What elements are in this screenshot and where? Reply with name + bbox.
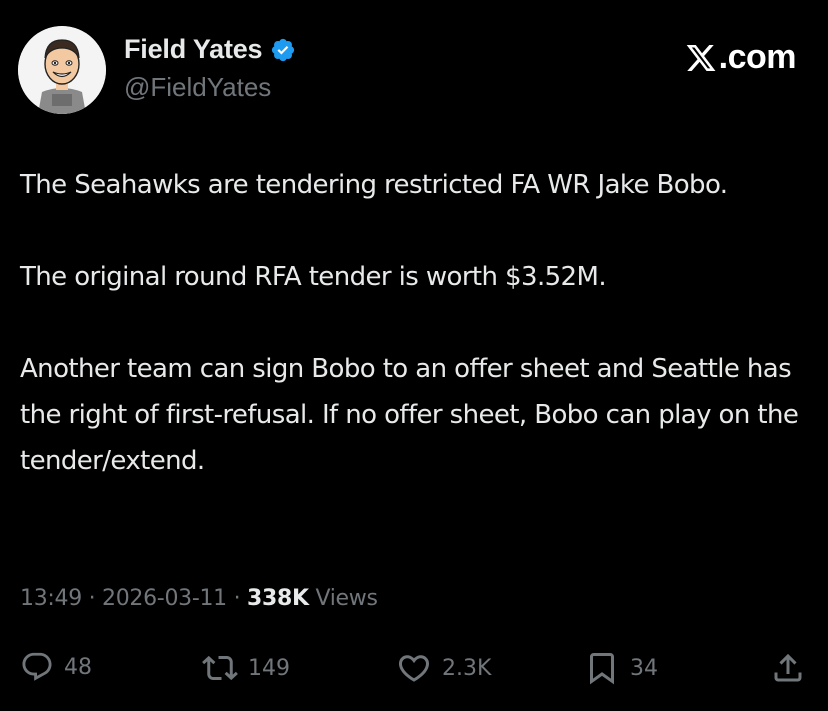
tweet-paragraph: Another team can sign Bobo to an offer s… [20, 354, 799, 476]
author-avatar[interactable] [18, 26, 106, 114]
author-name[interactable]: Field Yates [124, 34, 263, 65]
cartoon-avatar-icon [18, 26, 106, 114]
verified-badge-icon [272, 38, 295, 61]
repost-count: 149 [248, 655, 290, 681]
reply-count: 48 [64, 654, 92, 680]
tweet-actions: 48 149 2.3K 34 [20, 650, 810, 690]
bookmark-button[interactable]: 34 [584, 650, 658, 686]
tweet-time[interactable]: 13:49 [20, 586, 82, 611]
bookmark-icon [590, 653, 614, 685]
tweet-date[interactable]: 2026-03-11 [102, 586, 227, 611]
author-name-row[interactable]: Field Yates [124, 34, 296, 65]
like-button[interactable]: 2.3K [396, 650, 491, 686]
x-logo-icon [686, 44, 716, 71]
tweet-meta: 13:49 · 2026-03-11 · 338K Views [20, 586, 378, 611]
share-button[interactable] [770, 650, 806, 686]
heart-icon [398, 655, 430, 682]
meta-separator: · [233, 586, 241, 611]
x-brand: .com [685, 38, 797, 77]
repost-icon [202, 655, 238, 681]
reply-button[interactable]: 48 [20, 650, 92, 684]
views-count[interactable]: 338K [247, 586, 309, 611]
bookmark-count: 34 [630, 655, 658, 681]
brand-domain: .com [718, 38, 797, 76]
tweet-text: The Seahawks are tendering restricted FA… [20, 162, 810, 484]
repost-button[interactable]: 149 [202, 650, 290, 686]
like-count: 2.3K [442, 655, 492, 681]
views-label: Views [315, 586, 378, 611]
meta-separator: · [88, 586, 96, 611]
author-handle[interactable]: @FieldYates [124, 72, 271, 103]
reply-icon [22, 652, 52, 681]
tweet-paragraph: The Seahawks are tendering restricted FA… [20, 170, 728, 200]
tweet-paragraph: The original round RFA tender is worth $… [20, 262, 607, 292]
share-icon [774, 653, 802, 682]
